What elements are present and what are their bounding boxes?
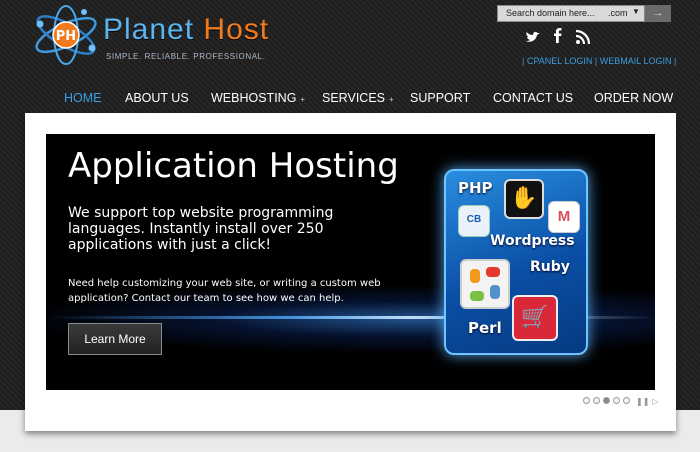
slider-pager: ❚❚ ▷ [583, 391, 659, 406]
link-separator: | [673, 56, 677, 66]
logo-emblem-letters: PH [56, 29, 76, 44]
brand-tagline: SIMPLE. RELIABLE. PROFESSIONAL. [106, 52, 266, 61]
play-icon[interactable]: ▷ [652, 397, 658, 406]
webmail-login-link[interactable]: WEBMAIL LOGIN [600, 56, 672, 66]
php-label: PHP [458, 179, 493, 197]
nav-about-us[interactable]: ABOUT US [125, 91, 189, 105]
nav-services[interactable]: SERVICES + [322, 91, 394, 105]
joomla-icon [460, 259, 510, 309]
banner-slide: Application Hosting We support top websi… [46, 134, 655, 390]
main-nav: HOME ABOUT US WEBHOSTING + SERVICES + SUPP… [0, 91, 700, 109]
link-separator: | [594, 56, 598, 66]
wordpress-label: Wordpress [490, 233, 575, 249]
slide-lead-text: We support top website programming langu… [68, 205, 334, 253]
cpanel-login-link[interactable]: CPANEL LOGIN [527, 56, 593, 66]
domain-search-box: Search domain here... .com ▼ → [497, 5, 671, 22]
slide-dot[interactable] [613, 397, 620, 404]
magento-icon: M [548, 201, 580, 233]
learn-more-button[interactable]: Learn More [68, 323, 162, 355]
brand-name-host: Host [203, 13, 270, 46]
nav-home[interactable]: HOME [64, 91, 102, 105]
planet-logo-icon[interactable]: PH [32, 4, 100, 66]
brand-name-planet: Planet [103, 13, 195, 46]
brand-name[interactable]: Planet Host [103, 14, 269, 46]
nav-support[interactable]: SUPPORT [410, 91, 470, 105]
shopping-cart-icon: 🛒 [512, 295, 558, 341]
submenu-plus-icon: + [389, 95, 394, 104]
nav-label: SUPPORT [410, 91, 471, 105]
perl-label: Perl [468, 319, 502, 337]
domain-search-input[interactable]: Search domain here... [506, 8, 595, 18]
nav-contact-us[interactable]: CONTACT US [493, 91, 573, 105]
submenu-plus-icon: + [300, 95, 306, 104]
slide-dot[interactable] [583, 397, 590, 404]
clipbucket-icon: CB [458, 205, 490, 237]
ruby-label: Ruby [530, 259, 570, 275]
nav-label: ABOUT US [125, 91, 189, 105]
nav-label: WEBHOSTING [211, 91, 297, 105]
nav-label: ORDER NOW [594, 91, 674, 105]
hand-logo-icon: ✋ [504, 179, 544, 219]
login-links: | CPANEL LOGIN | WEBMAIL LOGIN | [522, 56, 676, 66]
slide-title: Application Hosting [68, 146, 399, 186]
nav-label: CONTACT US [493, 91, 574, 105]
slide-dot-active[interactable] [603, 397, 610, 404]
facebook-icon[interactable] [549, 26, 567, 44]
nav-webhosting[interactable]: WEBHOSTING + [211, 91, 305, 105]
app-logos-panel: PHP ✋ CB M Wordpress Ruby 🛒 Perl [444, 169, 588, 355]
pause-icon[interactable]: ❚❚ [636, 397, 649, 406]
slide-dot[interactable] [623, 397, 630, 404]
link-separator: | [522, 56, 525, 66]
nav-label: HOME [64, 91, 102, 105]
twitter-icon[interactable] [524, 28, 542, 46]
search-submit-button[interactable]: → [644, 5, 671, 22]
tld-select[interactable]: .com [608, 8, 628, 18]
slide-sub-text: Need help customizing your web site, or … [68, 278, 381, 304]
nav-order-now[interactable]: ORDER NOW [594, 91, 673, 105]
slide-dot[interactable] [593, 397, 600, 404]
nav-label: SERVICES [322, 91, 385, 105]
rss-icon[interactable] [574, 28, 592, 46]
chevron-down-icon[interactable]: ▼ [632, 7, 640, 16]
